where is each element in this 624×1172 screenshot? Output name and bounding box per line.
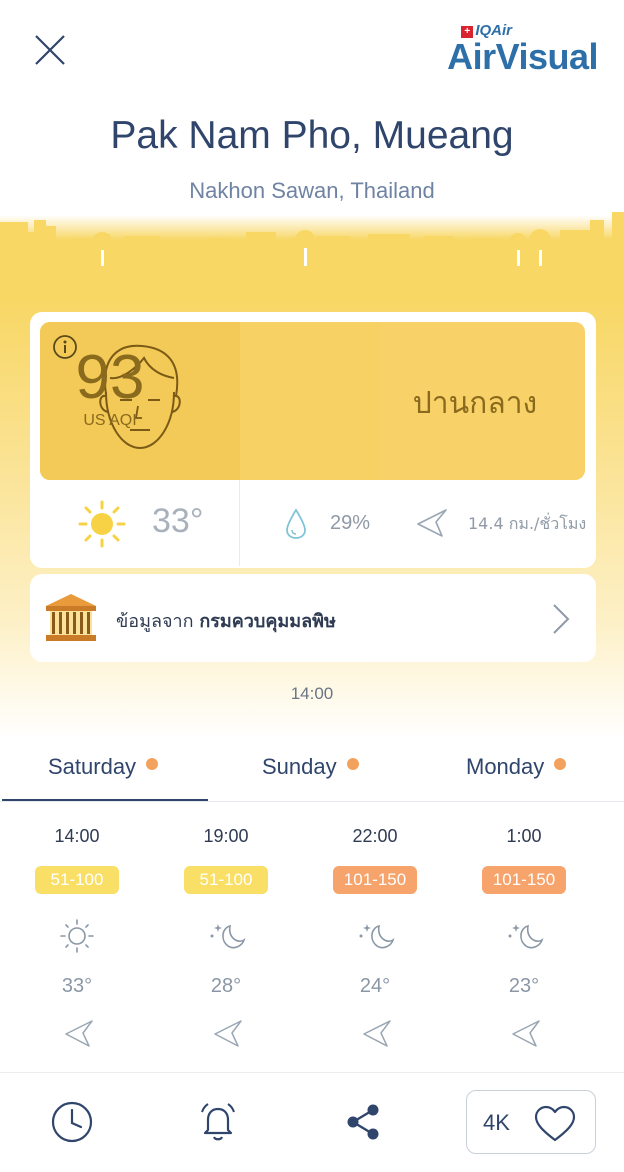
forecast-aqi-badge: 51-100	[35, 866, 119, 894]
sun-icon	[78, 500, 126, 548]
favorite-count: 4K	[483, 1110, 510, 1135]
forecast-temperature: 24°	[359, 975, 391, 997]
forecast-time: 22:00	[352, 826, 398, 846]
city-name: Pak Nam Pho, Mueang	[110, 114, 514, 157]
forecast-temperature: 33°	[61, 975, 93, 997]
forecast-time: 14:00	[54, 826, 100, 846]
moon-stars-icon	[359, 924, 395, 949]
forecast-temperature: 28°	[210, 975, 242, 997]
tab-monday[interactable]: Monday	[466, 754, 567, 780]
data-source-text: ข้อมูลจาก กรมควบคุมมลพิษ	[116, 606, 336, 635]
sun-icon	[60, 919, 94, 953]
forecast-temperature: 23°	[508, 975, 540, 997]
card-divider	[239, 480, 240, 566]
aqi-dot-sunday	[346, 758, 359, 770]
forecast-item: 14:00 51-100 33°	[2, 820, 152, 1070]
wind-direction-icon	[363, 1020, 391, 1047]
government-building-icon	[46, 594, 96, 641]
heart-icon	[534, 1105, 576, 1142]
tab-monday-label: Monday	[466, 754, 545, 779]
aqi-panel[interactable]: 93 US AQI ปานกลาง	[40, 322, 585, 480]
city-skyline-illustration	[0, 212, 624, 278]
logo-brand-text: AirVisual	[447, 36, 598, 77]
data-source-name: กรมควบคุมมลพิษ	[199, 611, 336, 632]
wind-direction-icon	[65, 1020, 93, 1047]
forecast-time: 19:00	[203, 826, 249, 846]
moon-stars-icon	[210, 924, 246, 949]
forecast-item: 1:00 101-150 23°	[449, 820, 599, 1070]
forecast-day-tabs: Saturday Sunday Monday	[0, 740, 624, 802]
tab-sunday-label: Sunday	[262, 754, 337, 779]
wind-direction-icon	[417, 509, 447, 537]
close-button[interactable]	[28, 28, 72, 72]
bell-icon[interactable]	[196, 1100, 240, 1144]
tab-saturday-label: Saturday	[48, 754, 137, 779]
data-source-prefix: ข้อมูลจาก	[116, 611, 194, 632]
current-temperature: 33°	[152, 502, 204, 540]
clock-icon[interactable]	[50, 1100, 94, 1144]
tab-sunday[interactable]: Sunday	[262, 754, 359, 780]
favorite-button[interactable]: 4K	[466, 1090, 596, 1154]
aqi-value: 93	[75, 343, 145, 412]
last-updated-time: 14:00	[290, 684, 334, 703]
forecast-time: 1:00	[506, 826, 542, 846]
data-source-card[interactable]: ข้อมูลจาก กรมควบคุมมลพิษ	[30, 574, 596, 662]
tabs-divider	[0, 801, 624, 802]
moon-stars-icon	[508, 924, 544, 949]
forecast-aqi-badge: 101-150	[333, 866, 417, 894]
tab-saturday[interactable]: Saturday	[48, 754, 159, 780]
close-icon[interactable]	[28, 28, 72, 72]
forecast-item: 22:00 101-150 24°	[300, 820, 450, 1070]
aqi-dot-monday	[554, 758, 567, 770]
airvisual-logo: + IQAir AirVisual	[428, 22, 598, 82]
aqi-value-area	[240, 322, 380, 480]
aqi-status: ปานกลาง	[412, 386, 538, 421]
forecast-aqi-badge: 51-100	[184, 866, 268, 894]
region-name: Nakhon Sawan, Thailand	[189, 178, 435, 203]
share-icon[interactable]	[341, 1100, 385, 1144]
forecast-item: 19:00 51-100 28°	[151, 820, 301, 1070]
humidity-value: 29%	[330, 512, 371, 534]
wind-direction-icon	[512, 1020, 540, 1047]
wind-direction-icon	[214, 1020, 242, 1047]
aqi-unit: US AQI	[83, 412, 137, 429]
forecast-aqi-badge: 101-150	[482, 866, 566, 894]
aqi-dot-saturday	[146, 758, 159, 770]
humidity-drop-icon	[286, 508, 306, 539]
wind-speed: 14.4 กม./ชั่วโมง	[468, 514, 587, 533]
chevron-right-icon[interactable]	[550, 602, 572, 636]
